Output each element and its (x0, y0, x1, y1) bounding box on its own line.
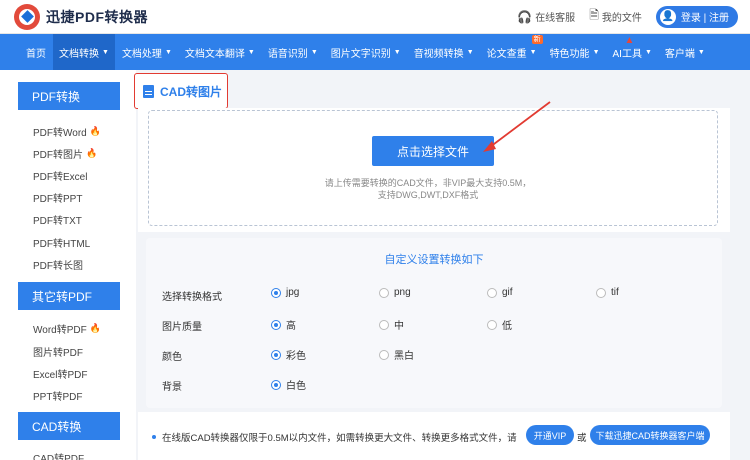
sidebar-item-word-to-pdf[interactable]: Word转PDF 🔥 (33, 321, 101, 336)
nav-client[interactable]: 客户端 ▼ (659, 34, 711, 70)
row-label-quality: 图片质量 (162, 322, 202, 333)
radio-unchecked-icon (379, 287, 389, 298)
logo-text: 迅捷PDF转换器 (46, 8, 148, 25)
row-label-background: 背景 (162, 382, 182, 393)
sidebar-group-cad-convert[interactable]: CAD转换 (18, 412, 120, 440)
row-label-format: 选择转换格式 (162, 292, 222, 303)
radio-unchecked-icon (379, 319, 389, 330)
file-icon (143, 84, 154, 98)
sidebar-item-pdf-to-long-image[interactable]: PDF转长图 (33, 257, 83, 272)
caret-down-icon: ▼ (164, 48, 172, 56)
radio-color-color[interactable]: 彩色 (271, 347, 306, 362)
sidebar-item-pdf-to-ppt[interactable]: PDF转PPT (33, 190, 82, 205)
download-client-button[interactable]: 下载迅捷CAD转换器客户端 (590, 425, 710, 445)
nav-image-ocr[interactable]: 图片文字识别 ▼ (325, 34, 407, 70)
nav-doc-convert[interactable]: 文档转换 ▼ (53, 34, 115, 70)
radio-checked-icon (271, 349, 281, 360)
nav-ai-tools[interactable]: ▲ AI工具 ▼ (607, 34, 658, 70)
sidebar-item-pdf-to-word[interactable]: PDF转Word 🔥 (33, 124, 101, 139)
radio-checked-icon (271, 287, 281, 298)
radio-quality-low[interactable]: 低 (487, 317, 512, 332)
nav-doc-process[interactable]: 文档处理 ▼ (116, 34, 178, 70)
nav-av-convert[interactable]: 音视频转换 ▼ (408, 34, 480, 70)
sidebar-item-excel-to-pdf[interactable]: Excel转PDF (33, 366, 87, 381)
headset-icon: 🎧 (517, 9, 533, 24)
user-icon: 👤 (659, 8, 676, 25)
radio-format-tif[interactable]: tif (596, 287, 619, 298)
caret-down-icon: ▼ (310, 48, 318, 56)
caret-down-icon: ▼ (697, 48, 705, 56)
caret-down-icon: ▼ (393, 48, 401, 56)
sidebar-item-pdf-to-image[interactable]: PDF转图片 🔥 (33, 146, 97, 161)
radio-format-jpg[interactable]: jpg (271, 287, 299, 298)
caret-down-icon: ▼ (529, 48, 537, 56)
radio-unchecked-icon (596, 287, 606, 298)
or-text: 或 (577, 433, 587, 444)
sidebar-item-pdf-to-html[interactable]: PDF转HTML (33, 235, 90, 250)
row-label-color: 颜色 (162, 352, 182, 363)
sidebar-item-cad-to-pdf[interactable]: CAD转PDF (33, 450, 84, 460)
radio-quality-medium[interactable]: 中 (379, 317, 404, 332)
new-badge: 新 (531, 35, 543, 44)
caret-down-icon: ▼ (102, 48, 109, 56)
logo[interactable]: 迅捷PDF转换器 (14, 3, 148, 30)
nav-features[interactable]: 特色功能 ▼ (544, 34, 606, 70)
upload-section (138, 108, 730, 232)
radio-checked-icon (271, 319, 281, 330)
radio-format-png[interactable]: png (379, 287, 411, 298)
document-icon: 🗎 (589, 8, 599, 22)
caret-down-icon: ▼ (592, 48, 600, 56)
radio-unchecked-icon (379, 349, 389, 360)
sidebar-group-pdf-convert[interactable]: PDF转换 (18, 82, 120, 110)
sidebar-item-pdf-to-excel[interactable]: PDF转Excel (33, 168, 87, 183)
radio-unchecked-icon (487, 287, 497, 298)
caret-down-icon: ▼ (466, 48, 474, 56)
radio-color-bw[interactable]: 黑白 (379, 347, 414, 362)
upload-dropzone[interactable] (148, 110, 718, 226)
page-title-box: CAD转图片 (134, 73, 228, 109)
notice-text: 在线版CAD转换器仅限于0.5M以内文件，如需转换更大文件、转换更多格式文件，请 (152, 430, 517, 444)
upload-tip-line-2: 支持DWG,DWT,DXF格式 (377, 190, 479, 200)
nav-doc-translate[interactable]: 文档文本翻译 ▼ (179, 34, 261, 70)
up-arrow-icon: ▲ (624, 35, 635, 46)
nav-paper-check[interactable]: 论文查重 ▼ 新 (481, 34, 543, 70)
page-title: CAD转图片 (160, 84, 222, 99)
login-register-button[interactable]: 👤 登录 | 注册 (655, 5, 738, 28)
caret-down-icon: ▼ (644, 48, 652, 56)
settings-title: 自定义设置转换如下 (384, 254, 484, 266)
radio-format-gif[interactable]: gif (487, 287, 513, 298)
bullet-icon (152, 435, 156, 439)
logo-icon (14, 3, 40, 30)
nav-speech-recognition[interactable]: 语音识别 ▼ (262, 34, 324, 70)
select-file-button[interactable]: 点击选择文件 (372, 136, 494, 166)
sidebar-item-ppt-to-pdf[interactable]: PPT转PDF (33, 388, 82, 403)
my-files-link[interactable]: 🗎 我的文件 (589, 6, 642, 27)
nav-home[interactable]: 首页 (20, 34, 52, 70)
radio-quality-high[interactable]: 高 (271, 317, 296, 332)
fire-icon: 🔥 (86, 148, 98, 158)
main-nav: 首页 文档转换 ▼ 文档处理 ▼ 文档文本翻译 ▼ 语音识别 ▼ 图片文字识别 ▼ 音视频… (0, 34, 750, 70)
sidebar-item-pdf-to-txt[interactable]: PDF转TXT (33, 212, 82, 227)
sidebar-item-image-to-pdf[interactable]: 图片转PDF (33, 344, 83, 359)
fire-icon: 🔥 (89, 323, 101, 333)
open-vip-button[interactable]: 开通VIP (526, 425, 574, 445)
radio-checked-icon (271, 379, 281, 390)
caret-down-icon: ▼ (247, 48, 255, 56)
sidebar-group-other-to-pdf[interactable]: 其它转PDF (18, 282, 120, 310)
radio-background-white[interactable]: 白色 (271, 377, 306, 392)
fire-icon: 🔥 (89, 126, 101, 136)
radio-unchecked-icon (487, 319, 497, 330)
top-header: 迅捷PDF转换器 🎧 在线客服 🗎 我的文件 👤 登录 | 注册 (0, 0, 750, 34)
online-service-link[interactable]: 🎧 在线客服 (517, 9, 575, 25)
